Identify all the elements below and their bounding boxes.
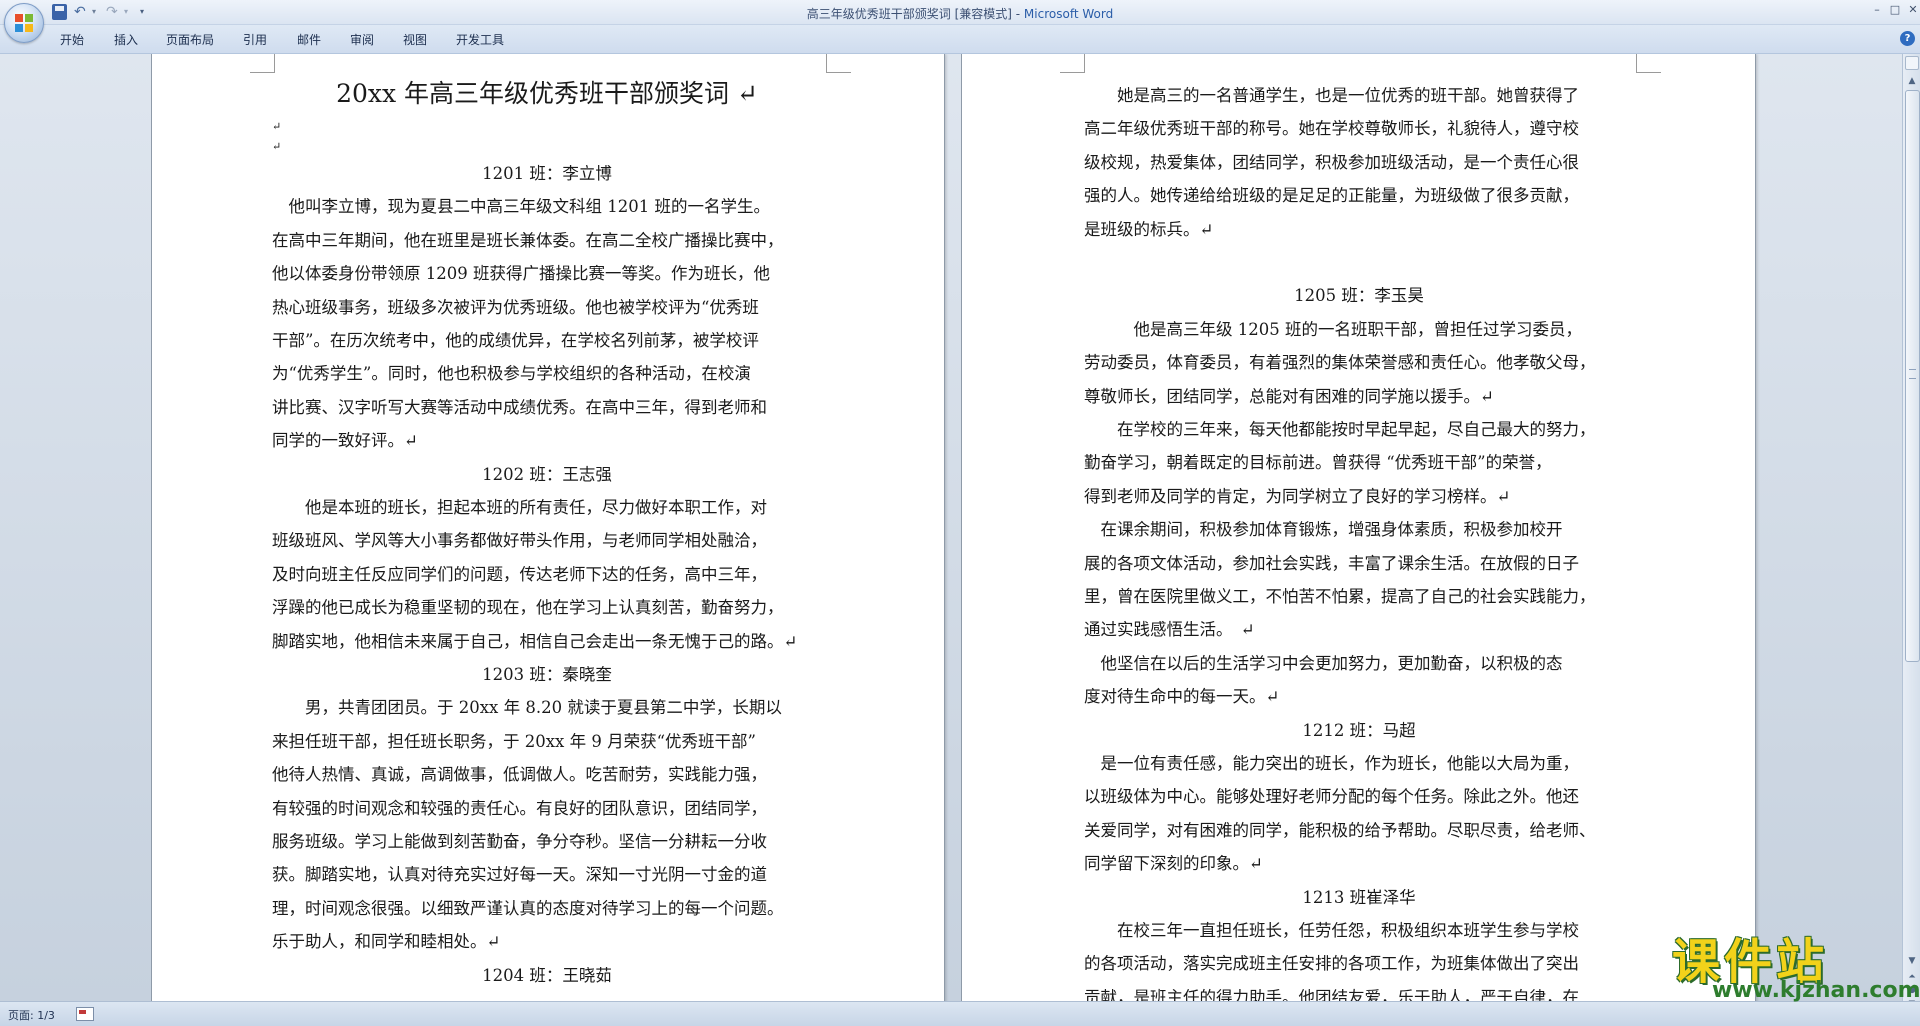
crop-mark-tl [250, 54, 275, 73]
app-name: Microsoft Word [1023, 7, 1114, 21]
body-text-line: 脚踏实地，他相信未来属于自己，相信自己会走出一条无愧于己的路。↵ [272, 631, 798, 651]
body-text-line: 在课余期间，积极参加体育锻炼，增强身体素质，积极参加校开 [1084, 520, 1563, 540]
title-bar: ↶ ▾ ↷ ▾ ▾ 高三年级优秀班干部颁奖词 [兼容模式] - Microsof… [0, 0, 1920, 25]
tab-view[interactable]: 视图 [403, 31, 427, 48]
body-text-line: 高二年级优秀班干部的称号。她在学校尊敬师长，礼貌待人，遵守校 [1084, 119, 1579, 139]
body-text-line: 同学留下深刻的印象。↵ [1084, 854, 1263, 874]
tab-page-layout[interactable]: 页面布局 [166, 31, 214, 48]
body-text-line: 得到老师及同学的肯定，为同学树立了良好的学习榜样。↵ [1084, 486, 1511, 506]
class-heading: 1213 班崔泽华 [1302, 887, 1416, 907]
watermark-url: www.kjzhan.com [1712, 978, 1920, 1003]
close-icon[interactable]: ✕ [1904, 2, 1920, 18]
body-text-line: 浮躁的他已成长为稳重坚韧的现在，他在学习上认真刻苦，勤奋努力， [272, 598, 784, 618]
status-bar: 页面: 1/3 [0, 1001, 1920, 1026]
crop-mark-tr [826, 54, 851, 73]
tab-developer[interactable]: 开发工具 [456, 31, 504, 48]
body-text-line: 以班级体为中心。能够处理好老师分配的每个任务。除此之外。他还 [1084, 787, 1579, 807]
body-text-line: 及时向班主任反应同学们的问题，传达老师下达的任务，高中三年， [272, 564, 767, 584]
body-text-line: 是一位有责任感，能力突出的班长，作为班长，他能以大局为重， [1084, 754, 1580, 773]
help-icon[interactable]: ? [1900, 31, 1915, 46]
body-text-line: 里，曾在医院里做义工，不怕苦不怕累，提高了自己的社会实践能力， [1084, 587, 1596, 606]
tab-mailings[interactable]: 邮件 [297, 31, 321, 48]
body-text-line: 他是高三年级 1205 班的一名班职干部，曾担任过学习委员， [1084, 319, 1582, 339]
class-heading: 1204 班：王晓茹 [482, 965, 612, 985]
body-text-line: 他待人热情、真诚，高调做事，低调做人。吃苦耐劳，实践能力强， [272, 765, 767, 785]
maximize-icon[interactable]: □ [1886, 2, 1904, 18]
class-heading: 1201 班：李立博 [482, 164, 612, 183]
tab-insert[interactable]: 插入 [114, 31, 138, 48]
body-text-line: 劳动委员，体育委员，有着强烈的集体荣誉感和责任心。他孝敬父母， [1084, 353, 1596, 373]
class-heading: 1202 班：王志强 [482, 464, 612, 484]
crop-mark-tl [1060, 54, 1085, 73]
body-text-line: 强的人。她传递给给班级的是足足的正能量，为班级做了很多贡献， [1084, 186, 1579, 206]
body-text-line: 讲比赛、汉字听写大赛等活动中成绩优秀。在高中三年，得到老师和 [272, 397, 767, 417]
body-text-line: 他是本班的班长，担起本班的所有责任，尽力做好本职工作，对 [272, 498, 767, 517]
body-text-line: 度对待生命中的每一天。↵ [1084, 687, 1280, 707]
proofing-icon[interactable] [76, 1007, 94, 1021]
document-page-1[interactable]: 20xx 年高三年级优秀班干部颁奖词 ↵ ↵ ↵ 1201 班：李立博 他叫李立博，现… [152, 54, 944, 1001]
body-text-line: 理，时间观念很强。以细致严谨认真的态度对待学习上的每一个问题。 [272, 898, 784, 918]
body-text-line: 是班级的标兵。↵ [1084, 219, 1214, 239]
ruler-toggle-icon[interactable] [1905, 56, 1919, 70]
class-heading: 1205 班：李玉昊 [1294, 286, 1424, 306]
document-workspace[interactable]: 20xx 年高三年级优秀班干部颁奖词 ↵ ↵ ↵ 1201 班：李立博 他叫李立博，现… [0, 54, 1902, 1001]
body-text-line: 有较强的时间观念和较强的责任心。有良好的团队意识，团结同学， [272, 798, 767, 818]
body-text-line: 为“优秀学生”。同时，他也积极参与学校组织的各种活动，在校演 [272, 364, 751, 384]
tab-references[interactable]: 引用 [243, 31, 267, 48]
office-logo-icon [15, 14, 33, 32]
body-text-line: 来担任班干部，担任班长职务，于 20xx 年 9 月荣获“优秀班干部” [272, 731, 756, 751]
body-text-line: 关爱同学，对有困难的同学，能积极的给予帮助。尽职尽责，给老师、 [1084, 820, 1596, 840]
scroll-up-icon[interactable]: ▲ [1905, 74, 1919, 88]
body-text-line: 干部”。在历次统考中，他的成绩优异，在学校名列前茅，被学校评 [272, 331, 759, 350]
site-watermark: 课件站 www.kjzhan.com [1668, 922, 1920, 1003]
body-text-line: 在高中三年期间，他在班里是班长兼体委。在高二全校广播操比赛中， [272, 230, 784, 250]
document-title-heading: 20xx 年高三年级优秀班干部颁奖词 ↵ [336, 79, 758, 108]
ribbon-tab-strip: 开始 插入 页面布局 引用 邮件 审阅 视图 开发工具 ? [0, 25, 1920, 54]
body-text-line: 男，共青团团员。于 20xx 年 8.20 就读于夏县第二中学，长期以 [272, 698, 782, 718]
body-text-line: 他以体委身份带领原 1209 班获得广播操比赛一等奖。作为班长，他 [272, 264, 770, 284]
body-text-line: 同学的一致好评。↵ [272, 431, 418, 451]
scrollbar-thumb[interactable] [1905, 90, 1920, 662]
body-text-line: 通过实践感悟生活。 ↵ [1084, 620, 1255, 640]
body-text-line: 获。脚踏实地，认真对待充实过好每一天。深知一寸光阴一寸金的道 [272, 865, 767, 885]
class-heading: 1212 班：马超 [1302, 720, 1416, 740]
class-heading: 1203 班：秦晓奎 [482, 665, 612, 684]
body-text-line: 贡献，是班主任的得力助手。他团结友爱，乐于助人，严于自律，在 [1084, 987, 1579, 1001]
scroll-down-icon[interactable]: ▼ [1905, 954, 1919, 968]
document-title: 高三年级优秀班干部颁奖词 [兼容模式] - [806, 7, 1024, 21]
body-text-line: 乐于助人，和同学和睦相处。↵ [272, 932, 501, 952]
body-text-line: 级校规，热爱集体，团结同学，积极参加班级活动，是一个责任心很 [1084, 152, 1579, 172]
minimize-icon[interactable]: – [1868, 2, 1886, 18]
body-text-line: 服务班级。学习上能做到刻苦勤奋，争分夺秒。坚信一分耕耘一分收 [272, 832, 767, 851]
body-text-line: 她是高三的一名普通学生，也是一位优秀的班干部。她曾获得了 [1084, 86, 1579, 105]
window-title: 高三年级优秀班干部颁奖词 [兼容模式] - Microsoft Word [0, 5, 1920, 22]
body-text-line: 在校三年一直担任班长，任劳任怨，积极组织本班学生参与学校 [1084, 921, 1579, 940]
page-indicator[interactable]: 页面: 1/3 [8, 1007, 55, 1023]
body-text-line: 热心班级事务，班级多次被评为优秀班级。他也被学校评为“优秀班 [272, 297, 759, 317]
body-text-line: 尊敬师长，团结同学，总能对有困难的同学施以援手。↵ [1084, 386, 1494, 406]
body-text-line: 在学校的三年来，每天他都能按时早起早起，尽自己最大的努力， [1084, 420, 1596, 439]
crop-mark-tr [1636, 54, 1661, 73]
tab-home[interactable]: 开始 [60, 31, 84, 48]
body-text-line: 勤奋学习，朝着既定的目标前进。曾获得 “优秀班干部”的荣誉， [1084, 453, 1552, 473]
paragraph-mark: ↵ [272, 140, 282, 153]
body-text-line: 展的各项文体活动，参加社会实践，丰富了课余生活。在放假的日子 [1084, 553, 1579, 573]
body-text-line: 他坚信在以后的生活学习中会更加努力，更加勤奋，以积极的态 [1084, 653, 1563, 673]
vertical-scrollbar[interactable]: ▲ ▼ ⏶ ● ⏷ [1902, 54, 1920, 1008]
body-text-line: 的各项活动，落实完成班主任安排的各项工作，为班集体做出了突出 [1084, 954, 1579, 974]
document-page-2[interactable]: 她是高三的一名普通学生，也是一位优秀的班干部。她曾获得了 高二年级优秀班干部的称号… [962, 54, 1755, 1001]
tab-review[interactable]: 审阅 [350, 31, 374, 48]
paragraph-mark: ↵ [272, 120, 282, 133]
body-text-line: 班级班风、学风等大小事务都做好带头作用，与老师同学相处融洽， [272, 531, 767, 551]
office-button[interactable] [4, 3, 44, 43]
body-text-line: 他叫李立博，现为夏县二中高三年级文科组 1201 班的一名学生。 [272, 197, 770, 217]
